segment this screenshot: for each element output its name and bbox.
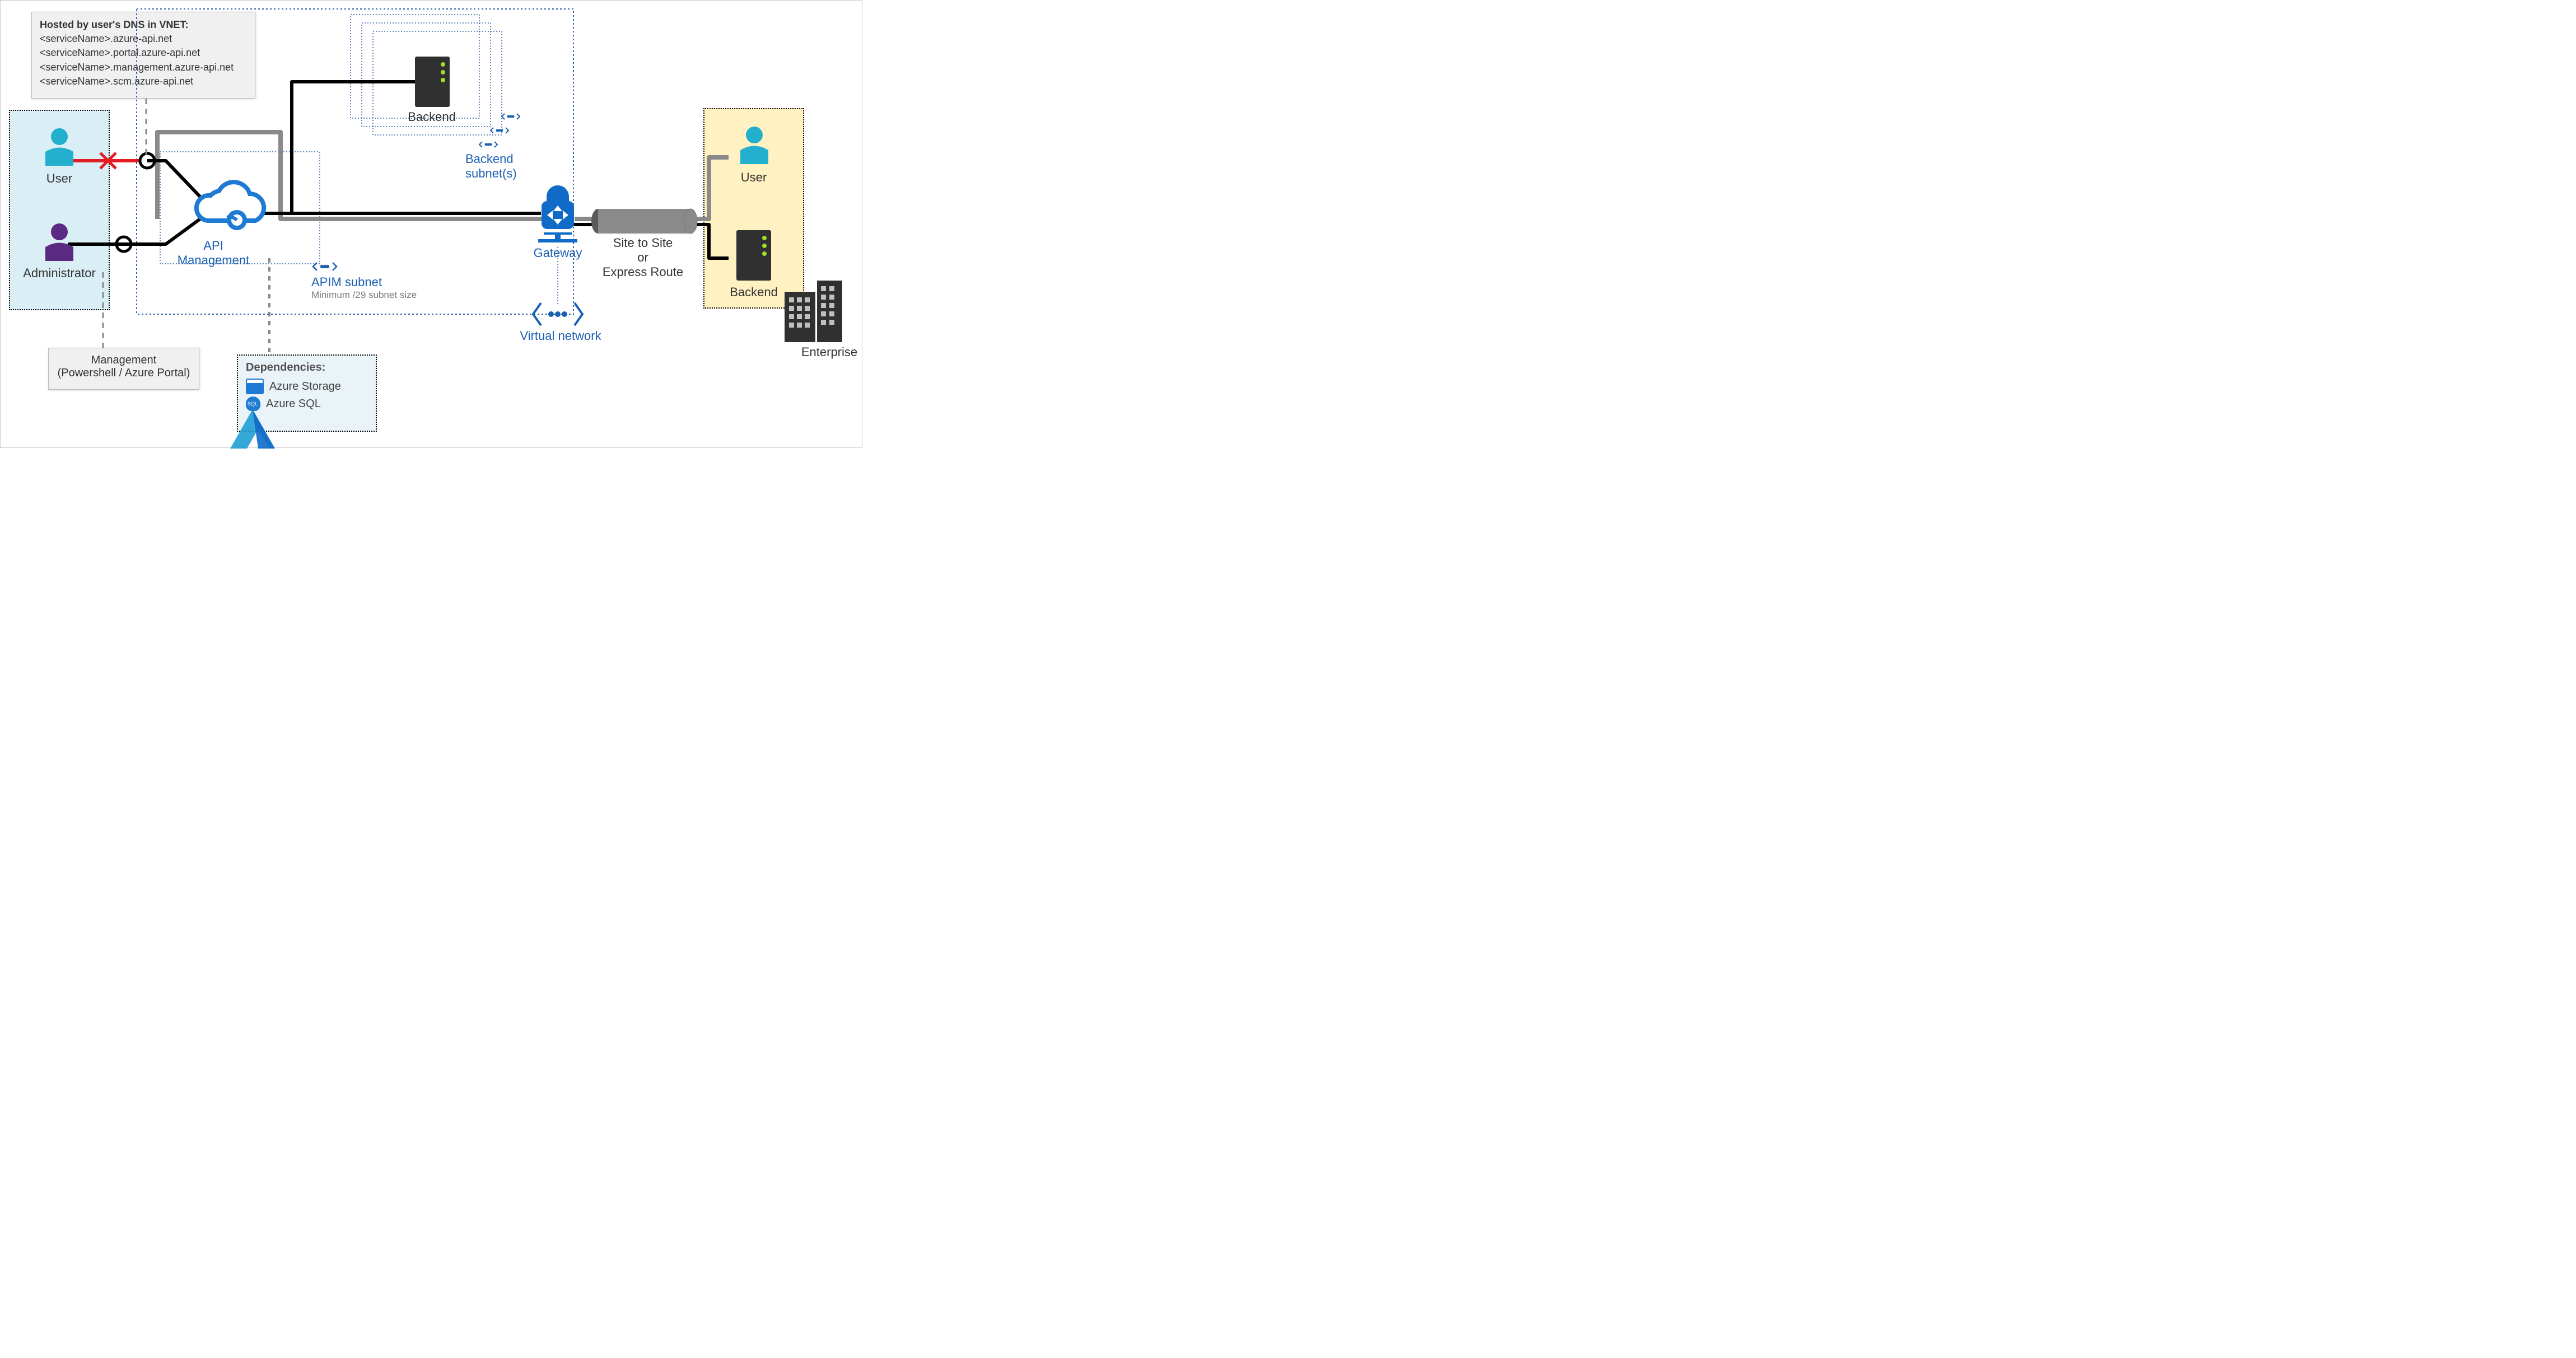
backend-server-icon <box>415 57 450 107</box>
vnet-icon <box>533 303 582 325</box>
user-to-apim <box>147 161 213 211</box>
api-mgmt-label: API Management <box>169 239 258 268</box>
tunnel-icon <box>591 209 697 234</box>
backend-label: Backend <box>387 110 477 124</box>
gateway-icon <box>538 185 577 242</box>
apim-subnet-glyph <box>313 263 337 270</box>
subnet-glyph-2 <box>491 128 508 133</box>
vnet-label: Virtual network <box>516 329 605 343</box>
deps-storage: Azure Storage <box>269 380 341 393</box>
admin-label: Administrator <box>15 266 104 281</box>
api-management-icon <box>197 182 264 228</box>
enterprise-panel <box>703 108 804 309</box>
site-to-site-label: Site to Site or Express Route <box>601 236 685 279</box>
sql-icon <box>246 396 260 411</box>
user-label: User <box>15 171 104 186</box>
backend-subnets-label: Backend subnet(s) <box>465 152 517 181</box>
backend-subnet-boundary-3 <box>351 15 479 118</box>
enterprise-label: Enterprise <box>785 345 874 360</box>
apim-subnet-label: APIM subnet <box>311 275 382 290</box>
management-callout: Management (Powershell / Azure Portal) <box>48 348 199 390</box>
socket-user <box>140 153 155 168</box>
subnet-glyph-1 <box>502 114 520 119</box>
dns-line-3: <serviceName>.scm.azure-api.net <box>40 74 247 88</box>
enterprise-backend-label: Backend <box>709 285 799 300</box>
dns-line-0: <serviceName>.azure-api.net <box>40 32 247 46</box>
dependencies-callout: Dependencies: Azure Storage Azure SQL <box>237 354 377 432</box>
dns-line-1: <serviceName>.portal.azure-api.net <box>40 46 247 60</box>
management-line2: (Powershell / Azure Portal) <box>49 367 199 380</box>
gateway-label: Gateway <box>513 246 603 260</box>
subnet-glyph-3 <box>479 142 497 147</box>
dns-title: Hosted by user's DNS in VNET: <box>40 18 247 32</box>
deps-title: Dependencies: <box>246 361 368 374</box>
enterprise-user-label: User <box>709 170 799 185</box>
storage-icon <box>246 379 264 394</box>
management-line1: Management <box>49 354 199 367</box>
apim-to-backend <box>292 82 415 213</box>
deps-sql: Azure SQL <box>266 398 321 410</box>
socket-admin <box>116 237 131 251</box>
apim-subnet-sub: Minimum /29 subnet size <box>311 290 417 301</box>
architecture-diagram: Hosted by user's DNS in VNET: <serviceNa… <box>0 0 862 448</box>
dns-callout: Hosted by user's DNS in VNET: <serviceNa… <box>31 12 255 99</box>
dns-line-2: <serviceName>.management.azure-api.net <box>40 60 247 74</box>
